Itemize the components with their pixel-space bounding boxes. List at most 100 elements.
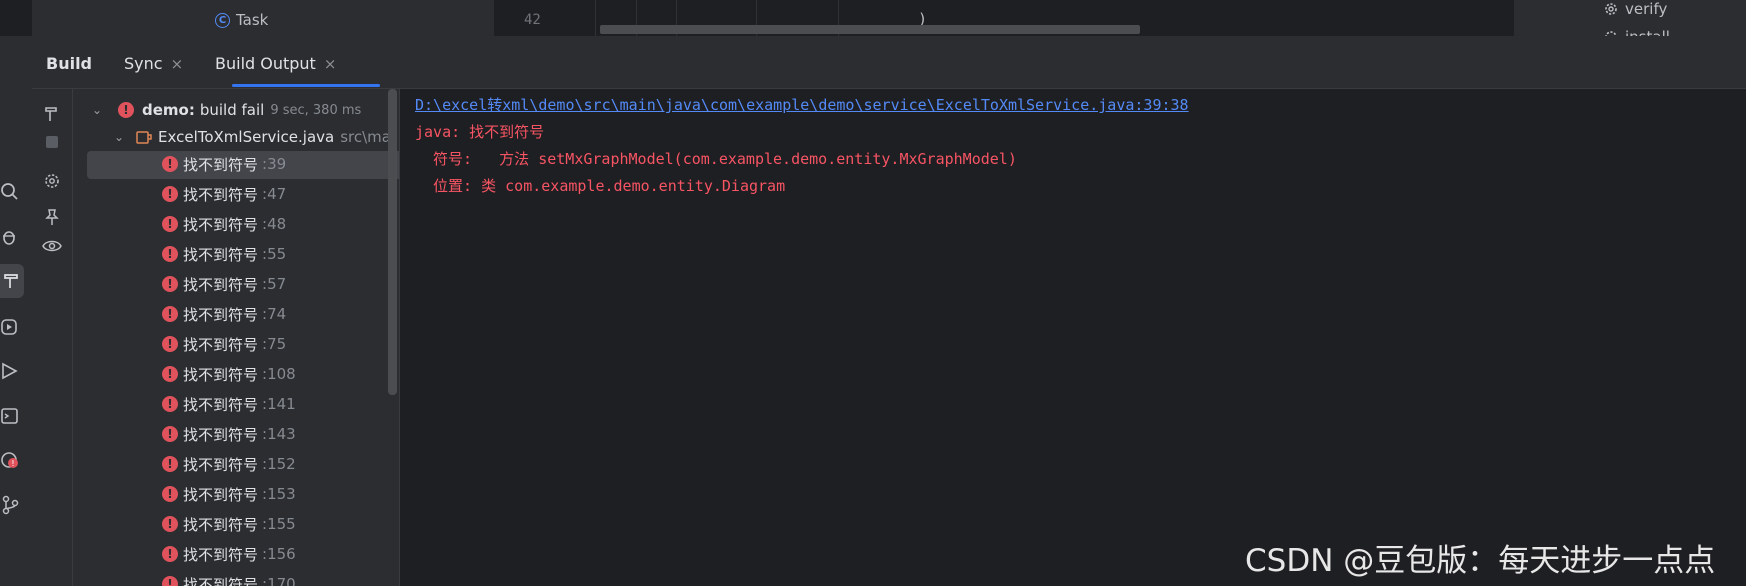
error-line: :39 <box>262 155 287 173</box>
tree-root-demo[interactable]: ⌄ ! demo: build fail 9 sec, 380 ms <box>73 96 399 124</box>
error-text: 找不到符号 <box>183 425 259 444</box>
tab-sync[interactable]: Sync × <box>124 54 183 73</box>
tab-build[interactable]: Build <box>46 54 92 73</box>
tree-item-task[interactable]: C Task <box>215 11 268 29</box>
pin-icon[interactable] <box>41 206 63 228</box>
verify-label: verify <box>1625 0 1668 18</box>
tab-build-output-label: Build Output <box>215 54 316 73</box>
error-line: :143 <box>262 425 296 443</box>
editor-strip: C Task 42 ) verify install <box>0 0 1746 46</box>
left-tool-strip: ! <box>0 36 33 586</box>
error-icon: ! <box>162 396 178 412</box>
error-row[interactable]: ! 找不到符号 :156 <box>73 540 399 568</box>
error-line: :155 <box>262 515 296 533</box>
error-text: 找不到符号 <box>183 365 259 384</box>
error-line: :74 <box>262 305 287 323</box>
error-row[interactable]: ! 找不到符号 :153 <box>73 480 399 508</box>
error-icon: ! <box>162 306 178 322</box>
task-label: Task <box>236 11 269 29</box>
git-icon[interactable] <box>0 494 22 516</box>
error-icon: ! <box>162 276 178 292</box>
close-icon[interactable]: × <box>171 55 184 73</box>
error-icon: ! <box>162 456 178 472</box>
error-row[interactable]: ! 找不到符号 :155 <box>73 510 399 538</box>
settings-gear-icon[interactable] <box>41 170 63 192</box>
search-icon[interactable] <box>0 181 22 203</box>
build-tab-bar: Build Sync × Build Output × <box>32 36 1746 89</box>
line-number: 42 <box>524 12 541 28</box>
root-status: build fail <box>199 101 265 119</box>
debug-icon[interactable] <box>0 226 22 248</box>
close-icon[interactable]: × <box>324 55 337 73</box>
error-icon: ! <box>162 576 178 586</box>
problems-icon[interactable]: ! <box>0 449 22 471</box>
terminal-icon[interactable] <box>0 405 22 427</box>
run-icon[interactable] <box>0 360 22 382</box>
error-text: 找不到符号 <box>183 305 259 324</box>
error-text: 找不到符号 <box>183 485 259 504</box>
error-row[interactable]: ! 找不到符号 :108 <box>73 360 399 388</box>
error-line: :108 <box>262 365 296 383</box>
error-text: 找不到符号 <box>183 335 259 354</box>
error-row[interactable]: ! 找不到符号 :141 <box>73 390 399 418</box>
error-row[interactable]: ! 找不到符号 :143 <box>73 420 399 448</box>
error-row[interactable]: ! 找不到符号 :74 <box>73 300 399 328</box>
root-time: 9 sec, 380 ms <box>270 102 362 118</box>
output-line: 位置: 类 com.example.demo.entity.Diagram <box>415 177 786 195</box>
error-row[interactable]: ! 找不到符号 :170 <box>73 570 399 586</box>
error-text: 找不到符号 <box>183 215 259 234</box>
build-tree: ⌄ ! demo: build fail 9 sec, 380 ms ⌄ Exc… <box>73 89 399 586</box>
error-text: 找不到符号 <box>183 545 259 564</box>
editor-horizontal-scrollbar[interactable] <box>600 25 1140 34</box>
error-line: :75 <box>262 335 287 353</box>
build-hammer-icon[interactable] <box>0 264 24 298</box>
rebuild-hammer-icon[interactable] <box>41 103 63 125</box>
root-name: demo: <box>142 101 195 119</box>
stop-icon[interactable] <box>41 131 63 153</box>
error-row[interactable]: ! 找不到符号 :152 <box>73 450 399 478</box>
error-row[interactable]: ! 找不到符号 :75 <box>73 330 399 358</box>
error-text: 找不到符号 <box>183 455 259 474</box>
tab-build-output[interactable]: Build Output × <box>215 54 336 73</box>
error-icon: ! <box>162 366 178 382</box>
error-line: :57 <box>262 275 287 293</box>
error-icon: ! <box>162 426 178 442</box>
file-name: ExcelToXmlService.java <box>158 128 335 146</box>
error-icon: ! <box>162 246 178 262</box>
tab-sync-label: Sync <box>124 54 163 73</box>
error-icon: ! <box>162 216 178 232</box>
error-icon: ! <box>162 336 178 352</box>
java-file-icon <box>136 130 152 144</box>
error-text: 找不到符号 <box>183 245 259 264</box>
error-icon: ! <box>162 486 178 502</box>
error-icon: ! <box>162 156 178 172</box>
build-toolbar <box>32 89 73 586</box>
error-line: :152 <box>262 455 296 473</box>
error-line: :153 <box>262 485 296 503</box>
error-row[interactable]: ! 找不到符号 :55 <box>73 240 399 268</box>
error-row[interactable]: ! 找不到符号 :57 <box>73 270 399 298</box>
error-line: :48 <box>262 215 287 233</box>
services-icon[interactable] <box>0 316 22 338</box>
chevron-down-icon[interactable]: ⌄ <box>112 130 126 144</box>
error-text: 找不到符号 <box>183 515 259 534</box>
error-line: :156 <box>262 545 296 563</box>
error-text: 找不到符号 <box>183 275 259 294</box>
maven-item-verify[interactable]: verify <box>1603 0 1667 18</box>
chevron-down-icon[interactable]: ⌄ <box>90 103 104 117</box>
error-icon: ! <box>118 102 134 118</box>
error-icon: ! <box>162 186 178 202</box>
error-text: 找不到符号 <box>183 185 259 204</box>
error-location-link[interactable]: D:\excel转xml\demo\src\main\java\com\exam… <box>415 94 1189 115</box>
tree-file-row[interactable]: ⌄ ExcelToXmlService.java src\ma <box>73 123 399 151</box>
error-row[interactable]: ! 找不到符号 :39 <box>73 150 399 179</box>
error-row[interactable]: ! 找不到符号 :48 <box>73 210 399 238</box>
file-path: src\ma <box>340 128 391 146</box>
error-row[interactable]: ! 找不到符号 :47 <box>73 180 399 208</box>
error-line: :55 <box>262 245 287 263</box>
watermark: CSDN @豆包版：每天进步一点点 <box>1245 543 1716 579</box>
tree-vertical-scrollbar[interactable] <box>388 89 397 395</box>
gear-icon <box>1605 3 1617 15</box>
error-text: 找不到符号 <box>183 395 259 414</box>
eye-icon[interactable] <box>41 235 63 257</box>
